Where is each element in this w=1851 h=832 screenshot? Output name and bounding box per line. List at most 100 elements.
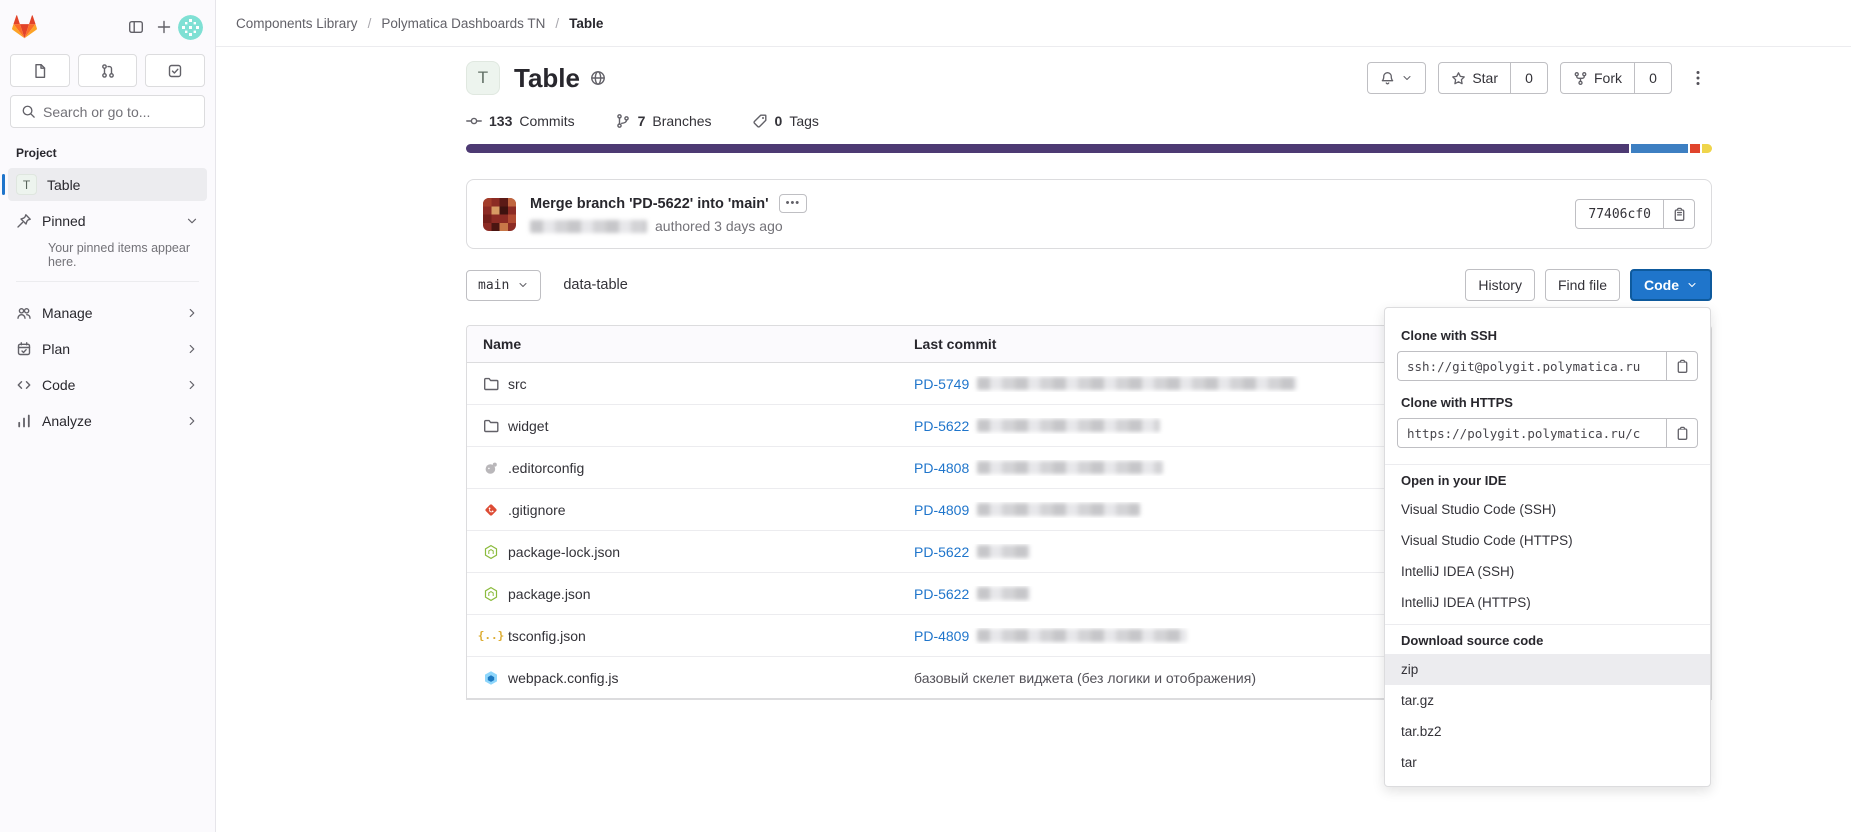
file-name-link[interactable]: src xyxy=(508,376,527,392)
fork-button[interactable]: Fork xyxy=(1560,62,1635,94)
chevron-right-icon xyxy=(185,306,199,320)
sidebar-item-pinned[interactable]: Pinned xyxy=(8,204,207,237)
menu-item-download-tar[interactable]: tar xyxy=(1385,747,1710,778)
folder-icon xyxy=(483,376,499,392)
clone-https-label: Clone with HTTPS xyxy=(1401,395,1694,410)
project-avatar: T xyxy=(466,61,500,95)
git-icon xyxy=(483,502,499,518)
code-button[interactable]: Code xyxy=(1630,269,1712,301)
sidebar-item-code[interactable]: Code xyxy=(8,368,207,401)
menu-item-vscode-ssh[interactable]: Visual Studio Code (SSH) xyxy=(1385,494,1710,525)
commit-message-link[interactable]: PD-5622 xyxy=(914,418,969,434)
sidebar-item-table[interactable]: T Table xyxy=(8,168,207,201)
more-actions-button[interactable] xyxy=(1684,62,1712,94)
tags-stat[interactable]: 0 Tags xyxy=(752,113,819,129)
breadcrumb-group[interactable]: Components Library xyxy=(236,16,358,31)
sidebar: Search or go to... Project T Table Pinne… xyxy=(0,0,216,832)
commit-message-text[interactable]: базовый скелет виджета (без логики и ото… xyxy=(914,670,1256,686)
commit-message-link[interactable]: PD-5622 xyxy=(914,586,969,602)
breadcrumb-project[interactable]: Polymatica Dashboards TN xyxy=(381,16,545,31)
sidebar-item-label: Plan xyxy=(42,341,175,357)
vertical-ellipsis-icon xyxy=(1696,70,1700,86)
globe-icon xyxy=(590,70,606,86)
commit-message-link[interactable]: PD-4809 xyxy=(914,502,969,518)
commit-message-redacted xyxy=(977,545,1030,558)
language-bar[interactable] xyxy=(466,144,1712,153)
commit-message-redacted xyxy=(977,377,1297,390)
repo-path[interactable]: data-table xyxy=(563,277,628,293)
sidebar-item-manage[interactable]: Manage xyxy=(8,296,207,329)
menu-item-download-tarbz2[interactable]: tar.bz2 xyxy=(1385,716,1710,747)
menu-item-download-zip[interactable]: zip xyxy=(1385,654,1710,685)
commit-message-link[interactable]: PD-5622 xyxy=(914,544,969,560)
file-name-link[interactable]: .gitignore xyxy=(508,502,566,518)
download-source-label: Download source code xyxy=(1401,633,1694,648)
fork-label: Fork xyxy=(1594,70,1622,86)
commit-author-name-redacted xyxy=(530,220,647,233)
commit-message-redacted xyxy=(977,629,1187,642)
clone-https-input[interactable] xyxy=(1397,418,1667,448)
clone-ssh-input[interactable] xyxy=(1397,351,1667,381)
open-in-ide-label: Open in your IDE xyxy=(1401,473,1694,488)
find-file-button[interactable]: Find file xyxy=(1545,269,1620,301)
menu-item-download-targz[interactable]: tar.gz xyxy=(1385,685,1710,716)
issues-shortcut-button[interactable] xyxy=(10,54,70,87)
commit-message-link[interactable]: PD-4809 xyxy=(914,628,969,644)
create-new-button[interactable] xyxy=(150,13,178,41)
branches-stat[interactable]: 7 Branches xyxy=(615,113,712,129)
star-label: Star xyxy=(1472,70,1498,86)
star-button[interactable]: Star xyxy=(1438,62,1511,94)
commit-message-redacted xyxy=(977,461,1163,474)
branch-selector[interactable]: main xyxy=(466,270,541,301)
code-button-label: Code xyxy=(1644,277,1679,293)
commit-message-redacted xyxy=(977,503,1140,516)
commit-author-avatar xyxy=(483,198,516,231)
fork-count[interactable]: 0 xyxy=(1634,62,1672,94)
copy-https-url-button[interactable] xyxy=(1666,418,1698,448)
commit-message-link[interactable]: PD-4808 xyxy=(914,460,969,476)
file-name-link[interactable]: webpack.config.js xyxy=(508,670,619,686)
chevron-down-icon xyxy=(185,214,199,228)
sidebar-item-label: Manage xyxy=(42,305,175,321)
topbar: Components Library / Polymatica Dashboar… xyxy=(216,0,1851,47)
commit-message-redacted xyxy=(977,587,1030,600)
branch-icon xyxy=(615,113,631,129)
commits-count: 133 xyxy=(489,113,512,129)
search-input[interactable]: Search or go to... xyxy=(10,95,205,128)
todo-shortcut-button[interactable] xyxy=(145,54,205,87)
file-name-link[interactable]: tsconfig.json xyxy=(508,628,586,644)
menu-item-intellij-https[interactable]: IntelliJ IDEA (HTTPS) xyxy=(1385,587,1710,618)
menu-item-vscode-https[interactable]: Visual Studio Code (HTTPS) xyxy=(1385,525,1710,556)
language-segment xyxy=(1702,144,1712,153)
commit-description-toggle[interactable]: ••• xyxy=(779,194,808,213)
commits-stat[interactable]: 133 Commits xyxy=(466,113,575,129)
dropdown-divider xyxy=(1385,624,1710,625)
copy-ssh-url-button[interactable] xyxy=(1666,351,1698,381)
copy-sha-button[interactable] xyxy=(1663,199,1695,229)
plus-icon xyxy=(156,19,172,35)
commit-message-link[interactable]: PD-5749 xyxy=(914,376,969,392)
last-commit-box: Merge branch 'PD-5622' into 'main' ••• a… xyxy=(466,179,1712,249)
sidebar-toggle-button[interactable] xyxy=(122,13,150,41)
pinned-empty-hint: Your pinned items appear here. xyxy=(48,241,199,269)
notifications-button[interactable] xyxy=(1367,62,1426,94)
history-button[interactable]: History xyxy=(1465,269,1535,301)
tags-count: 0 xyxy=(775,113,783,129)
file-name-link[interactable]: package-lock.json xyxy=(508,544,620,560)
commit-title-link[interactable]: Merge branch 'PD-5622' into 'main' xyxy=(530,196,769,212)
sidebar-item-plan[interactable]: Plan xyxy=(8,332,207,365)
merge-request-icon xyxy=(100,63,116,79)
language-segment xyxy=(1631,144,1688,153)
chevron-right-icon xyxy=(185,414,199,428)
merge-requests-shortcut-button[interactable] xyxy=(78,54,138,87)
clipboard-icon xyxy=(1675,359,1690,374)
calendar-icon xyxy=(16,341,32,357)
sidebar-item-analyze[interactable]: Analyze xyxy=(8,404,207,437)
star-count[interactable]: 0 xyxy=(1510,62,1548,94)
menu-item-intellij-ssh[interactable]: IntelliJ IDEA (SSH) xyxy=(1385,556,1710,587)
file-name-link[interactable]: widget xyxy=(508,418,548,434)
user-avatar[interactable] xyxy=(178,15,203,40)
gitlab-logo[interactable] xyxy=(12,15,37,39)
file-name-link[interactable]: package.json xyxy=(508,586,591,602)
file-name-link[interactable]: .editorconfig xyxy=(508,460,584,476)
